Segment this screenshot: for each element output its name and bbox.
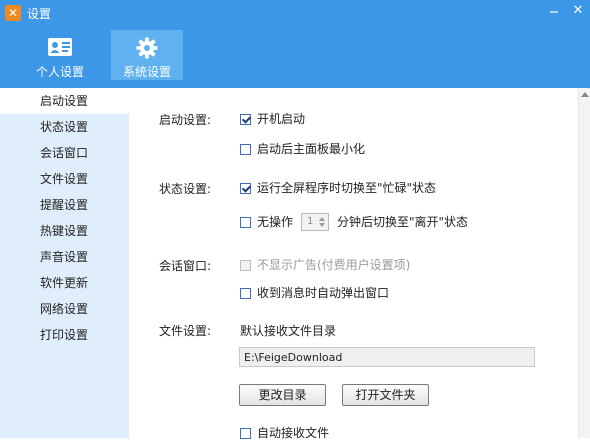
hide-ads-checkbox (240, 259, 251, 271)
sidebar-item-update[interactable]: 软件更新 (0, 270, 129, 296)
stepper-up-icon[interactable] (319, 217, 326, 221)
file-section-label: 文件设置: (159, 324, 212, 338)
title-bar: ✕ 设置 ✕ (0, 0, 590, 26)
status-section-label: 状态设置: (159, 182, 212, 196)
scroll-up-icon[interactable] (581, 92, 589, 97)
minimize-after-start-checkbox[interactable] (240, 143, 251, 155)
tab-personal-settings[interactable]: 个人设置 (24, 30, 96, 80)
sidebar-item-file[interactable]: 文件设置 (0, 166, 129, 192)
idle-minutes-stepper[interactable]: 1 (301, 213, 330, 231)
window-title: 设置 (27, 7, 52, 21)
tab-system-label: 系统设置 (122, 65, 171, 79)
user-card-icon (48, 38, 72, 56)
gear-icon (136, 37, 158, 59)
sidebar-item-startup[interactable]: 启动设置 (0, 88, 129, 114)
sidebar-item-print[interactable]: 打印设置 (0, 322, 129, 348)
auto-start-option[interactable]: 开机启动 (240, 111, 305, 127)
stepper-down-icon[interactable] (319, 223, 326, 227)
minimize-after-start-label: 启动后主面板最小化 (257, 142, 366, 156)
open-folder-button[interactable]: 打开文件夹 (342, 384, 429, 406)
minimize-icon (550, 11, 558, 13)
change-dir-button[interactable]: 更改目录 (239, 384, 326, 406)
default-dir-label: 默认接收文件目录 (240, 324, 337, 338)
chat-section-label: 会话窗口: (159, 259, 212, 273)
idle-away-suffix: 分钟后切换至"离开"状态 (337, 215, 469, 229)
idle-minutes-value: 1 (307, 216, 314, 227)
startup-section-label: 启动设置: (159, 113, 212, 127)
idle-away-checkbox[interactable] (240, 216, 251, 228)
tab-personal-label: 个人设置 (35, 65, 84, 79)
auto-receive-checkbox[interactable] (240, 427, 251, 439)
close-button[interactable]: ✕ (564, 0, 590, 24)
sidebar-item-reminder[interactable]: 提醒设置 (0, 192, 129, 218)
auto-receive-label: 自动接收文件 (257, 426, 330, 440)
download-dir-input[interactable] (239, 347, 535, 367)
sidebar-item-network[interactable]: 网络设置 (0, 296, 129, 322)
app-logo-icon: ✕ (5, 5, 21, 21)
sidebar-item-status[interactable]: 状态设置 (0, 114, 129, 140)
sidebar-item-hotkey[interactable]: 热键设置 (0, 218, 129, 244)
window-header: ✕ 设置 ✕ 个人设置 系统设置 (0, 0, 590, 88)
hide-ads-option: 不显示广告(付费用户设置项) (240, 257, 410, 273)
hide-ads-label: 不显示广告(付费用户设置项) (257, 258, 411, 272)
auto-start-checkbox[interactable] (240, 113, 251, 125)
fullscreen-busy-checkbox[interactable] (240, 182, 251, 194)
minimize-after-start-option[interactable]: 启动后主面板最小化 (240, 141, 365, 157)
idle-away-option[interactable]: 无操作 1 分钟后切换至"离开"状态 (240, 213, 469, 231)
content-scrollbar[interactable] (578, 88, 590, 438)
popup-on-message-label: 收到消息时自动弹出窗口 (257, 286, 390, 300)
settings-sidebar: 启动设置 状态设置 会话窗口 文件设置 提醒设置 热键设置 声音设置 软件更新 … (0, 88, 129, 438)
fullscreen-busy-label: 运行全屏程序时切换至"忙碌"状态 (257, 181, 437, 195)
sidebar-item-sound[interactable]: 声音设置 (0, 244, 129, 270)
popup-on-message-option[interactable]: 收到消息时自动弹出窗口 (240, 285, 389, 301)
sidebar-item-chat-window[interactable]: 会话窗口 (0, 140, 129, 166)
popup-on-message-checkbox[interactable] (240, 287, 251, 299)
auto-receive-option[interactable]: 自动接收文件 (240, 425, 329, 441)
idle-away-prefix: 无操作 (257, 215, 294, 229)
fullscreen-busy-option[interactable]: 运行全屏程序时切换至"忙碌"状态 (240, 180, 436, 196)
tab-system-settings[interactable]: 系统设置 (111, 30, 183, 80)
auto-start-label: 开机启动 (257, 112, 306, 126)
